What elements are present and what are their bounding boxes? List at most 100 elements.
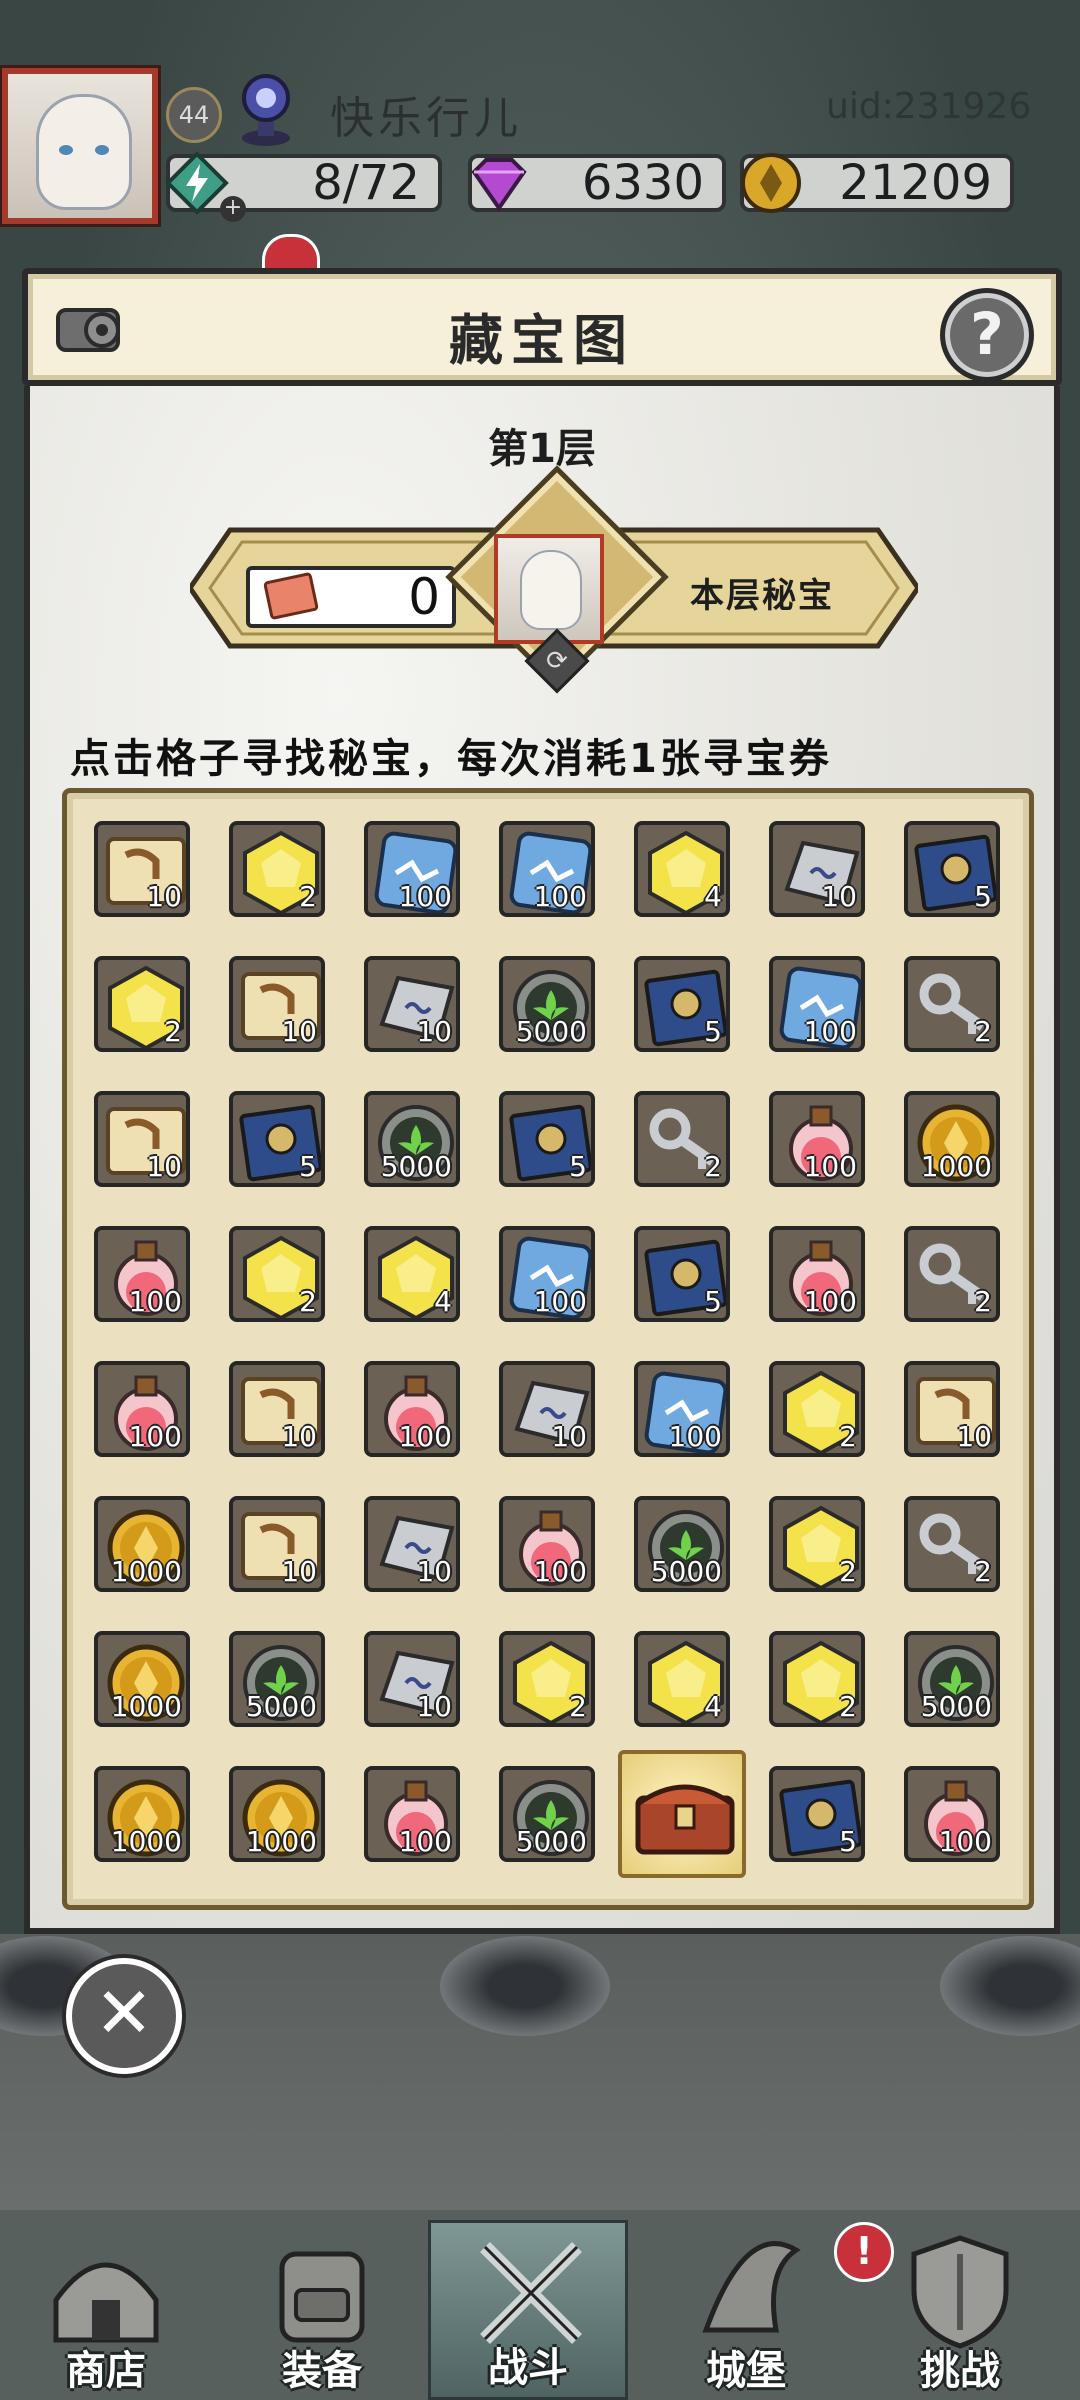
item-count: 5000 [245,1690,317,1723]
grid-cell[interactable]: 2 [904,1496,1000,1592]
grid-cell[interactable]: 10 [364,1496,460,1592]
grid-cell[interactable]: 2 [769,1496,865,1592]
gem-value: 6330 [581,155,704,211]
grid-cell[interactable]: 2 [94,956,190,1052]
item-count: 100 [803,1015,857,1048]
grid-cell[interactable]: 100 [499,821,595,917]
grid-cell[interactable]: 1000 [94,1631,190,1727]
item-count: 2 [704,1150,722,1183]
item-count: 1000 [110,1555,182,1588]
close-button[interactable]: ✕ [66,1958,182,2074]
grid-cell[interactable]: 100 [499,1226,595,1322]
player-avatar[interactable] [2,68,158,224]
gold-counter[interactable]: 21209 [740,153,1014,213]
item-count: 10 [146,880,182,913]
nav-label: 商店 [66,2348,146,2394]
grid-cell[interactable]: 10 [229,1496,325,1592]
grid-cell[interactable]: 1000 [229,1766,325,1862]
grid-cell[interactable]: 100 [94,1361,190,1457]
item-count: 100 [398,1420,452,1453]
nav-label: 城堡 [706,2348,786,2394]
grid-cell[interactable]: 1000 [904,1091,1000,1187]
grid-cell[interactable]: 4 [634,1631,730,1727]
grid-cell[interactable]: 100 [769,1226,865,1322]
grid-cell[interactable]: 5 [634,1226,730,1322]
grid-cell[interactable]: 2 [229,1226,325,1322]
grid-cell[interactable]: 5 [229,1091,325,1187]
treasure-chest-icon [635,1784,735,1855]
treasure-grid: 10 2 100 100 4 10 5 2 10 10 5000 5 100 2 10 5 5000 5 2 100 1… [62,788,1034,1910]
item-count: 1000 [920,1150,992,1183]
grid-cell[interactable]: 1000 [94,1496,190,1592]
item-count: 2 [974,1555,992,1588]
item-count: 1000 [110,1690,182,1723]
grid-cell[interactable]: 5000 [904,1631,1000,1727]
grid-cell[interactable]: 2 [634,1091,730,1187]
grid-cell[interactable]: 4 [634,821,730,917]
energy-counter[interactable]: + 8/72 [165,151,442,222]
item-count: 2 [839,1420,857,1453]
grid-cell[interactable]: 100 [769,956,865,1052]
grid-cell[interactable]: 5 [499,1091,595,1187]
grid-cell[interactable]: 10 [364,1631,460,1727]
grid-cell[interactable]: 10 [229,1361,325,1457]
grid-cell[interactable]: 10 [499,1361,595,1457]
nav-item-castle[interactable]: 城堡 [646,2220,846,2400]
nav-item-equipment[interactable]: 装备 [222,2220,422,2400]
item-count: 100 [938,1825,992,1858]
grid-cell[interactable]: 100 [94,1226,190,1322]
grid-cell[interactable]: 5000 [229,1631,325,1727]
grid-cell[interactable]: 100 [499,1496,595,1592]
grid-cell[interactable]: 2 [499,1631,595,1727]
grid-cell[interactable]: 2 [904,956,1000,1052]
grid-cell[interactable]: 10 [364,956,460,1052]
grid-cell[interactable]: 5000 [634,1496,730,1592]
grid-cell[interactable]: 100 [364,1766,460,1862]
grid-cell[interactable]: 5 [769,1766,865,1862]
item-count: 100 [533,1555,587,1588]
item-count: 2 [974,1015,992,1048]
grid-cell[interactable]: 5 [904,821,1000,917]
item-count: 10 [821,880,857,913]
add-energy-icon[interactable]: + [220,196,246,222]
grid-cell[interactable]: 100 [634,1361,730,1457]
grid-cell[interactable]: 5000 [364,1091,460,1187]
item-count: 10 [281,1555,317,1588]
grid-cell[interactable]: 100 [364,821,460,917]
nav-label: 装备 [282,2348,362,2394]
grid-cell[interactable]: 2 [769,1631,865,1727]
grid-cell[interactable]: 5000 [499,1766,595,1862]
grid-cell[interactable]: 4 [364,1226,460,1322]
grid-cell[interactable]: 10 [94,1091,190,1187]
grid-cell[interactable]: 5000 [499,956,595,1052]
grid-cell[interactable] [618,1750,746,1878]
grid-cell[interactable]: 100 [769,1091,865,1187]
secret-treasure-portrait[interactable] [494,534,604,644]
item-count: 2 [569,1690,587,1723]
floor-label: 第1层 [488,426,596,472]
gem-counter[interactable]: 6330 [468,154,726,212]
treasure-map-panel: 第1层 0 ⟳ 本层秘宝 点击格子寻找秘宝，每次消耗1张寻宝券 10 2 100 10… [24,386,1060,1934]
grid-cell[interactable]: 10 [904,1361,1000,1457]
grid-cell[interactable]: 2 [904,1226,1000,1322]
item-count: 100 [398,880,452,913]
grid-cell[interactable]: 100 [364,1361,460,1457]
item-count: 5 [569,1150,587,1183]
nav-item-battle[interactable]: 战斗 [428,2220,628,2400]
help-button[interactable]: ? [940,288,1034,382]
trophy-icon[interactable] [236,72,296,148]
item-count: 100 [803,1285,857,1318]
grid-cell[interactable]: 10 [94,821,190,917]
grid-cell[interactable]: 10 [769,821,865,917]
item-count: 100 [668,1420,722,1453]
grid-cell[interactable]: 1000 [94,1766,190,1862]
nav-item-shop[interactable]: 商店 [6,2220,206,2400]
grid-cell[interactable]: 2 [769,1361,865,1457]
grid-cell[interactable]: 5 [634,956,730,1052]
purple-gem-icon [471,158,527,212]
item-count: 5 [704,1285,722,1318]
grid-cell[interactable]: 100 [904,1766,1000,1862]
grid-cell[interactable]: 2 [229,821,325,917]
grid-cell[interactable]: 10 [229,956,325,1052]
item-count: 5 [974,880,992,913]
